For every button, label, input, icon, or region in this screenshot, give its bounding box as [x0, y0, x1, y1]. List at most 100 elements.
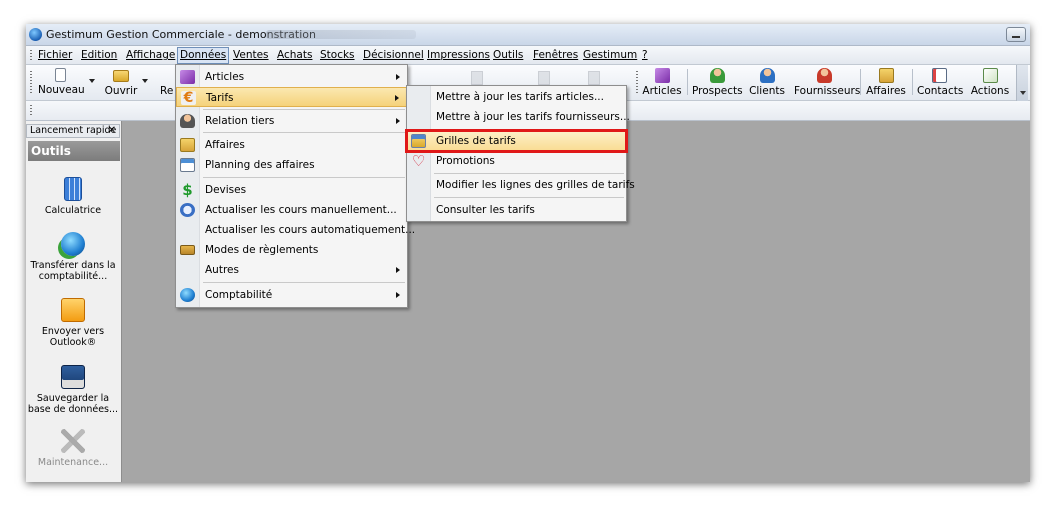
menu-separator — [203, 177, 405, 178]
toolbar-overflow-button[interactable] — [1016, 65, 1028, 101]
menu-item-maj-tarifs-articles[interactable]: Mettre à jour les tarifs articles... — [407, 87, 626, 107]
toolbar-contacts-button[interactable]: Contacts — [917, 67, 963, 99]
calculator-label: Calculatrice — [44, 205, 102, 216]
menu-item-label: Promotions — [436, 155, 495, 167]
exchange-icon — [180, 203, 195, 217]
heart-icon: ♡ — [411, 152, 426, 170]
menu-item-label: Grilles de tarifs — [436, 135, 516, 147]
toolbar-clients-label: Clients — [749, 85, 785, 97]
articles-cube-icon — [180, 70, 195, 84]
outlook-tool[interactable]: Envoyer vers Outlook® — [26, 298, 120, 348]
toolbar-affaires-button[interactable]: Affaires — [865, 67, 907, 99]
submenu-arrow-icon — [396, 118, 400, 124]
menu-separator — [434, 173, 624, 174]
submenu-arrow-icon — [396, 74, 400, 80]
menu-donnees[interactable]: Données — [177, 47, 230, 64]
menu-item-comptabilite[interactable]: Comptabilité — [176, 285, 407, 305]
menu-gestimum[interactable]: Gestimum — [581, 48, 639, 63]
euro-icon: € — [181, 91, 196, 105]
menu-item-modifier-lignes-grilles[interactable]: Modifier les lignes des grilles de tarif… — [407, 175, 635, 195]
dollar-icon: $ — [182, 181, 193, 199]
partial-toolbar-button[interactable]: Re — [160, 67, 176, 99]
menu-item-label: Modifier les lignes des grilles de tarif… — [436, 179, 635, 191]
outlook-label: Envoyer vers Outlook® — [41, 326, 105, 348]
toolbar-actions-label: Actions — [970, 85, 1010, 97]
menu-fichier[interactable]: Fichier — [36, 48, 74, 63]
menu-item-grilles-de-tarifs[interactable]: Grilles de tarifs — [405, 129, 628, 153]
tools-header: Outils — [28, 141, 120, 161]
toolbar-separator — [860, 69, 861, 95]
close-icon[interactable]: ✕ — [108, 125, 116, 137]
calculator-icon — [64, 177, 82, 201]
toolbar-actions-button[interactable]: Actions — [970, 67, 1010, 99]
menu-item-label: Articles — [205, 71, 245, 83]
maintenance-label: Maintenance... — [37, 457, 109, 468]
disabled-toolbar-icon — [538, 71, 550, 85]
menu-item-articles[interactable]: Articles — [176, 67, 407, 87]
actions-icon — [982, 68, 998, 83]
menu-help[interactable]: ? — [640, 48, 650, 63]
new-button[interactable]: Nouveau — [38, 67, 85, 99]
menu-item-tarifs[interactable]: € Tarifs — [176, 87, 407, 107]
quick-launch-tab[interactable]: Lancement rapide ✕ — [26, 124, 120, 138]
toolbar-clients-button[interactable]: Clients — [748, 67, 786, 99]
open-folder-icon — [113, 70, 129, 82]
submenu-arrow-icon — [396, 292, 400, 298]
save-database-label: Sauvegarder la base de données... — [27, 393, 119, 415]
calculator-tool[interactable]: Calculatrice — [26, 177, 120, 216]
menu-stocks[interactable]: Stocks — [318, 48, 357, 63]
menu-item-planning-affaires[interactable]: Planning des affaires — [176, 155, 407, 175]
menu-impressions[interactable]: Impressions — [425, 48, 492, 63]
menu-item-label: Relation tiers — [205, 115, 275, 127]
menu-separator — [203, 109, 405, 110]
menu-item-cours-manuel[interactable]: Actualiser les cours manuellement... — [176, 200, 407, 220]
menu-item-label: Modes de règlements — [205, 244, 319, 256]
menu-separator — [203, 132, 405, 133]
menu-item-modes-reglements[interactable]: Modes de règlements — [176, 240, 407, 260]
affaires-icon — [878, 68, 894, 83]
toolbar-fournisseurs-button[interactable]: Fournisseurs — [794, 67, 860, 99]
relation-person-icon — [180, 114, 195, 128]
menu-item-label: Consulter les tarifs — [436, 204, 535, 216]
clients-person-icon — [759, 68, 775, 83]
accounting-globe-icon — [180, 288, 195, 302]
submenu-arrow-icon — [395, 95, 399, 101]
menu-item-consulter-tarifs[interactable]: Consulter les tarifs — [407, 200, 626, 220]
planning-icon — [180, 158, 195, 172]
menu-item-relation-tiers[interactable]: Relation tiers — [176, 111, 407, 131]
menu-item-label: Devises — [205, 184, 247, 196]
menu-fenetres[interactable]: Fenêtres — [531, 48, 580, 63]
save-database-tool[interactable]: Sauvegarder la base de données... — [26, 365, 120, 415]
menu-affichage[interactable]: Affichage — [124, 48, 177, 63]
menu-item-devises[interactable]: $ Devises — [176, 180, 407, 200]
toolbar-separator — [687, 69, 688, 95]
menu-edition[interactable]: Edition — [79, 48, 119, 63]
app-logo-icon — [29, 28, 42, 41]
open-button-label: Ouvrir — [104, 85, 138, 97]
transfer-accounting-tool[interactable]: Transférer dans la comptabilité... — [26, 232, 120, 282]
toolbar-articles-label: Articles — [642, 85, 682, 97]
menu-item-affaires[interactable]: Affaires — [176, 135, 407, 155]
menu-item-autres[interactable]: Autres — [176, 260, 407, 280]
maintenance-tool[interactable]: Maintenance... — [26, 429, 120, 468]
contacts-card-icon — [931, 68, 947, 83]
toolbar-prospects-button[interactable]: Prospects — [692, 67, 743, 99]
menu-item-maj-tarifs-fournisseurs[interactable]: Mettre à jour les tarifs fournisseurs... — [407, 107, 630, 127]
menu-decisionnel[interactable]: Décisionnel — [361, 48, 426, 63]
menu-item-label: Mettre à jour les tarifs articles... — [436, 91, 604, 103]
menu-item-label: Actualiser les cours automatiquement... — [205, 224, 416, 236]
menu-outils[interactable]: Outils — [491, 48, 525, 63]
minimize-button[interactable] — [1006, 27, 1026, 42]
menu-item-promotions[interactable]: ♡ Promotions — [407, 151, 626, 171]
open-button[interactable]: Ouvrir — [102, 67, 140, 99]
menu-ventes[interactable]: Ventes — [231, 48, 271, 63]
menu-achats[interactable]: Achats — [275, 48, 314, 63]
save-database-icon — [61, 365, 85, 389]
new-dropdown-arrow[interactable] — [89, 79, 95, 83]
menu-item-label: Tarifs — [206, 92, 234, 104]
donnees-menu: Articles € Tarifs Relation tiers Affaire… — [175, 64, 415, 308]
open-dropdown-arrow[interactable] — [142, 79, 148, 83]
menu-separator — [434, 129, 624, 130]
menu-item-cours-auto[interactable]: Actualiser les cours automatiquement... — [176, 220, 415, 240]
toolbar-articles-button[interactable]: Articles — [642, 67, 682, 99]
